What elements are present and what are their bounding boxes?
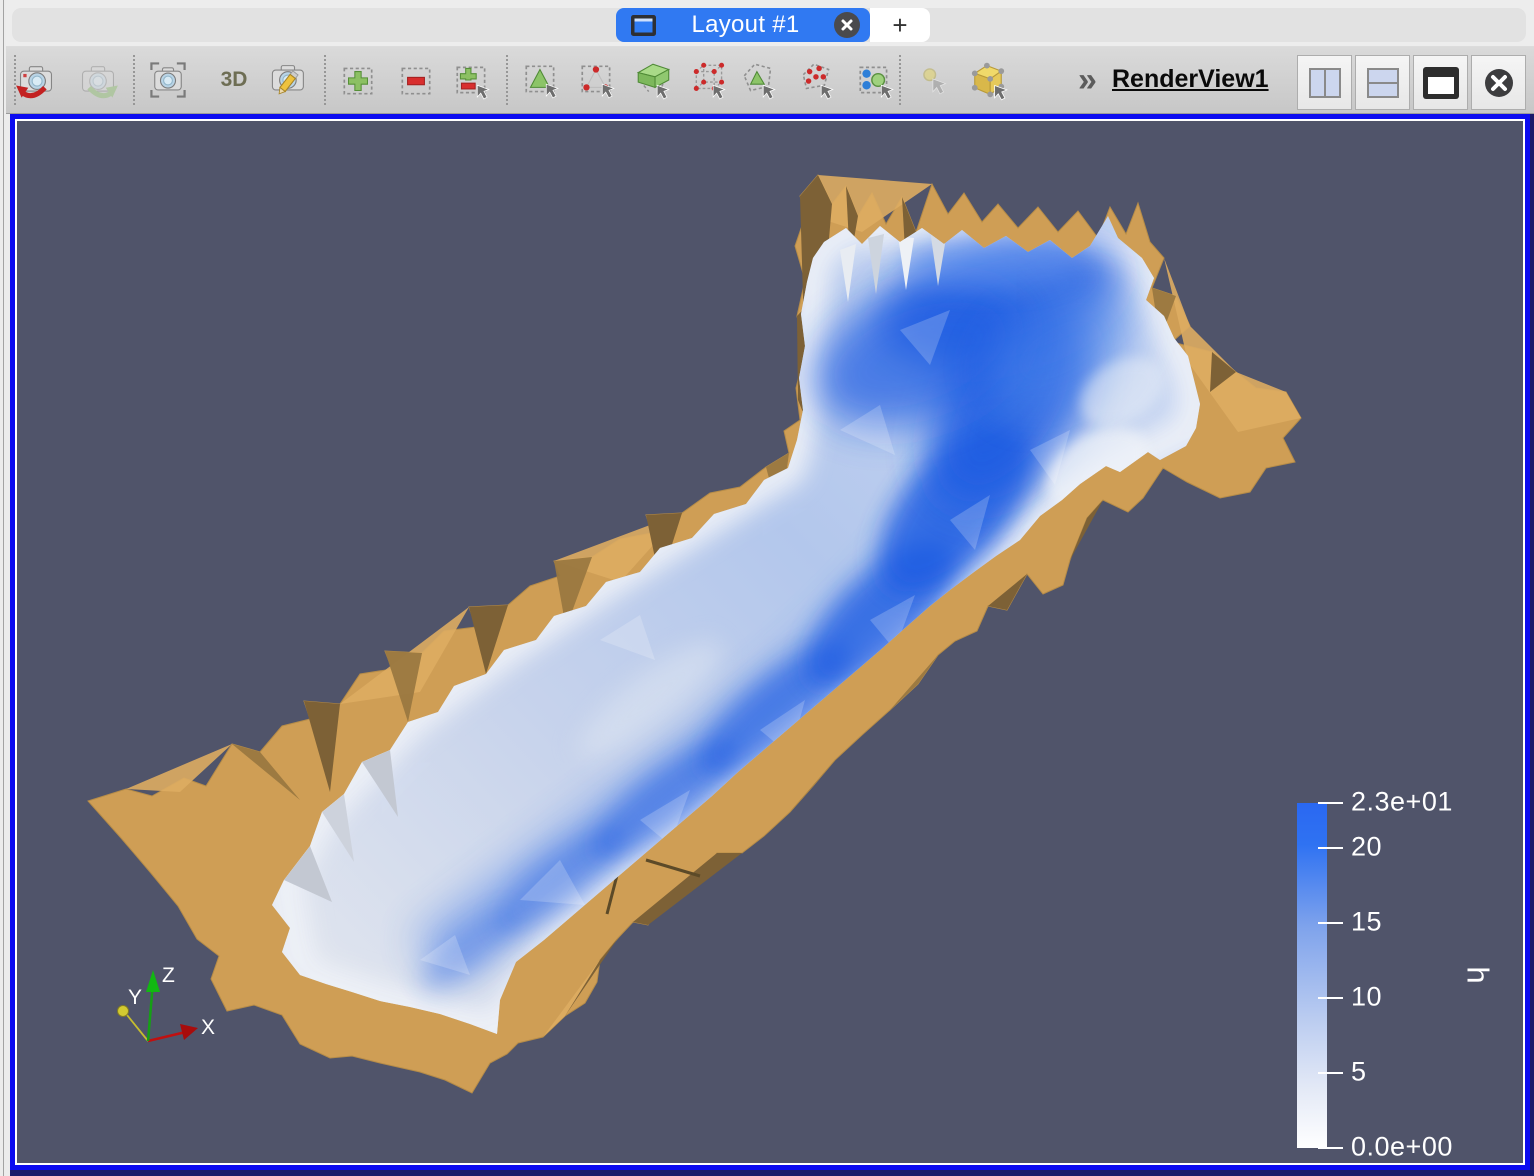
render-view-frame: X Y Z 2.3e+01 20 15 10 5 0.0e+00 h [10,114,1530,1170]
view-frame-edge [10,1170,1534,1176]
interactive-select-icon [855,60,895,100]
color-legend-bar[interactable] [1297,803,1327,1148]
select-cells-with-polygon-button[interactable] [735,56,783,104]
camera-undo-icon [15,59,57,101]
legend-tick-label: 0.0e+00 [1351,1131,1453,1162]
legend-tick-label: 15 [1351,906,1382,937]
legend-title: h [1460,966,1496,983]
axis-x-label: X [201,1016,215,1039]
camera-toolbar: 3D [6,46,1534,114]
add-selection-button[interactable] [334,56,382,104]
polygon-select-points-icon [797,60,837,100]
maximize-icon [1422,66,1460,100]
toolbar-separator [899,55,901,105]
toggle-selection-button[interactable] [448,56,496,104]
selection-plus-icon [338,60,378,100]
toolbar-separator [133,55,135,105]
select-points-with-polygon-button[interactable] [793,56,841,104]
selection-plus-minus-icon [452,60,492,100]
legend-tick-label: 5 [1351,1056,1367,1087]
view-frame-edge [1530,114,1534,1176]
tab-title: Layout #1 [657,11,834,39]
select-frustum-points-icon [690,60,730,100]
close-view-button[interactable] [1471,55,1526,110]
camera-edit-icon [268,59,310,101]
hover-point-icon [915,60,955,100]
toolbar-separator [324,55,326,105]
paraview-window: Layout #1 + [0,0,1534,1176]
close-icon [1482,66,1516,100]
select-frustum-cells-icon [634,60,674,100]
axis-z-label: Z [162,964,175,987]
select-cells-through-button[interactable] [630,56,678,104]
hover-points-button[interactable] [911,56,959,104]
capture-screenshot-button[interactable] [144,56,192,104]
legend-tick-label: 20 [1351,831,1382,862]
polygon-select-cells-icon [739,60,779,100]
split-vertical-icon [1366,67,1400,99]
tab-layout-1[interactable]: Layout #1 [616,8,870,42]
maximize-view-button[interactable] [1413,55,1468,110]
hover-cell-icon [967,59,1009,101]
select-points-through-button[interactable] [686,56,734,104]
split-horizontal-icon [1308,67,1342,99]
layout-window-icon [630,14,657,37]
select-points-icon [577,60,617,100]
select-points-on-surface-button[interactable] [573,56,621,104]
adjust-camera-button[interactable] [265,56,313,104]
legend-tick [1318,1072,1343,1074]
reset-camera-button[interactable] [12,56,60,104]
legend-tick-label: 10 [1351,981,1382,1012]
window-edge-divider [3,0,4,1176]
legend-tick [1318,847,1343,849]
select-cells-icon [521,60,561,100]
split-view-vertical-button[interactable] [1355,55,1410,110]
select-cells-on-surface-button[interactable] [517,56,565,104]
redo-camera-button[interactable] [74,56,122,104]
render-viewport[interactable]: X Y Z 2.3e+01 20 15 10 5 0.0e+00 h [15,119,1525,1165]
close-tab-button[interactable] [834,12,860,38]
camera-redo-icon [77,59,119,101]
subtract-selection-button[interactable] [392,56,440,104]
legend-tick [1318,1147,1343,1149]
toggle-2d-3d-button[interactable]: 3D [210,56,258,104]
camera-capture-icon [147,59,189,101]
toolbar-overflow-button[interactable]: » [1072,59,1103,101]
split-view-horizontal-button[interactable] [1297,55,1352,110]
render-view-title-link[interactable]: RenderView1 [1112,65,1269,94]
legend-tick [1318,997,1343,999]
interactive-select-cells-button[interactable] [851,56,899,104]
tab-strip: Layout #1 + [12,8,1526,42]
new-layout-tab-button[interactable]: + [870,8,930,42]
water-surface [272,212,1200,1034]
hover-cells-button[interactable] [964,56,1012,104]
toolbar-separator [506,55,508,105]
legend-tick-label: 2.3e+01 [1351,786,1453,817]
axis-y-label: Y [128,986,142,1009]
orientation-axes-widget: X Y Z [118,964,216,1041]
selection-minus-icon [396,60,436,100]
layout-tab-bar: Layout #1 + [6,0,1534,46]
legend-tick [1318,802,1343,804]
close-icon [840,18,854,32]
legend-tick [1318,922,1343,924]
